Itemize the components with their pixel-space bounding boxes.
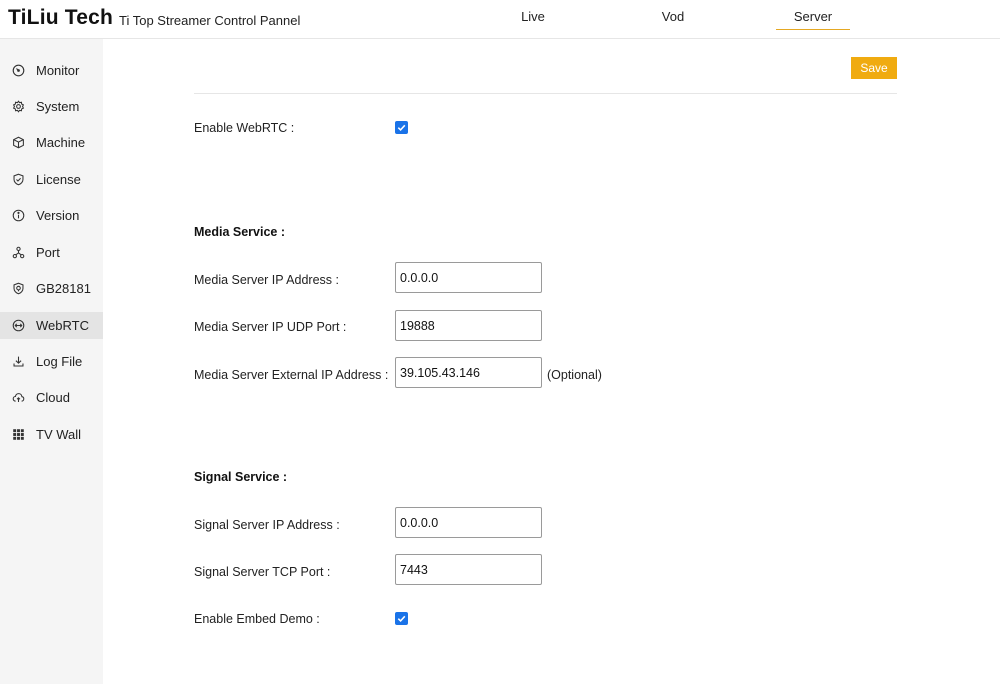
sidebar: Monitor System Machine License Version P… bbox=[0, 39, 103, 684]
media-server-external-ip-label: Media Server External IP Address : bbox=[194, 368, 389, 382]
signal-server-ip-label: Signal Server IP Address : bbox=[194, 518, 340, 532]
media-server-udp-port-label: Media Server IP UDP Port : bbox=[194, 320, 347, 334]
sidebar-item-label: GB28181 bbox=[36, 281, 91, 296]
tab-server[interactable]: Server bbox=[776, 0, 850, 30]
media-server-ip-label: Media Server IP Address : bbox=[194, 273, 339, 287]
sidebar-item-label: WebRTC bbox=[36, 318, 89, 333]
app-subtitle: Ti Top Streamer Control Pannel bbox=[119, 13, 301, 28]
sidebar-item-label: Log File bbox=[36, 354, 83, 369]
checkmark-icon bbox=[397, 124, 406, 131]
cloud-upload-icon bbox=[12, 391, 25, 404]
cube-icon bbox=[12, 136, 25, 149]
tab-vod[interactable]: Vod bbox=[636, 0, 710, 30]
grid-icon bbox=[12, 428, 25, 441]
sidebar-item-machine[interactable]: Machine bbox=[0, 129, 103, 156]
sidebar-item-label: Machine bbox=[36, 135, 86, 150]
divider bbox=[194, 93, 897, 94]
sidebar-item-label: TV Wall bbox=[36, 427, 82, 442]
sidebar-item-cloud[interactable]: Cloud bbox=[0, 384, 103, 411]
sidebar-item-label: Port bbox=[36, 245, 60, 260]
gauge-icon bbox=[12, 64, 25, 77]
signal-service-title: Signal Service : bbox=[194, 470, 288, 484]
optional-hint: (Optional) bbox=[547, 368, 602, 382]
tab-live[interactable]: Live bbox=[496, 0, 570, 30]
sidebar-item-label: License bbox=[36, 172, 81, 187]
signal-server-ip-input[interactable] bbox=[395, 507, 542, 538]
media-service-title: Media Service : bbox=[194, 225, 286, 239]
sidebar-item-label: Monitor bbox=[36, 63, 80, 78]
enable-webrtc-label: Enable WebRTC : bbox=[194, 121, 295, 135]
brand-logo-text: TiLiu Tech bbox=[8, 6, 114, 29]
signal-server-tcp-port-input[interactable] bbox=[395, 554, 542, 585]
badge-icon bbox=[12, 282, 25, 295]
sidebar-item-system[interactable]: System bbox=[0, 93, 103, 120]
shield-check-icon bbox=[12, 173, 25, 186]
network-icon bbox=[12, 246, 25, 259]
signal-server-tcp-port-label: Signal Server TCP Port : bbox=[194, 565, 331, 579]
sidebar-item-version[interactable]: Version bbox=[0, 202, 103, 229]
header-bar: TiLiu Tech Ti Top Streamer Control Panne… bbox=[0, 0, 1000, 39]
media-server-udp-port-input[interactable] bbox=[395, 310, 542, 341]
enable-webrtc-checkbox[interactable] bbox=[395, 121, 408, 134]
sidebar-item-license[interactable]: License bbox=[0, 166, 103, 193]
sidebar-item-webrtc[interactable]: WebRTC bbox=[0, 312, 103, 339]
sidebar-item-monitor[interactable]: Monitor bbox=[0, 57, 103, 84]
media-server-external-ip-input[interactable] bbox=[395, 357, 542, 388]
sidebar-item-label: Version bbox=[36, 208, 80, 223]
gear-icon bbox=[12, 100, 25, 113]
save-button[interactable]: Save bbox=[851, 57, 897, 79]
sidebar-item-log-file[interactable]: Log File bbox=[0, 348, 103, 375]
webrtc-icon bbox=[12, 319, 25, 332]
enable-embed-demo-checkbox[interactable] bbox=[395, 612, 408, 625]
checkmark-icon bbox=[397, 615, 406, 622]
enable-embed-demo-label: Enable Embed Demo : bbox=[194, 612, 320, 626]
media-server-ip-input[interactable] bbox=[395, 262, 542, 293]
sidebar-item-tv-wall[interactable]: TV Wall bbox=[0, 421, 103, 448]
download-icon bbox=[12, 355, 25, 368]
sidebar-item-port[interactable]: Port bbox=[0, 239, 103, 266]
sidebar-item-label: Cloud bbox=[36, 390, 70, 405]
sidebar-item-label: System bbox=[36, 99, 80, 114]
sidebar-item-gb28181[interactable]: GB28181 bbox=[0, 275, 103, 302]
info-icon bbox=[12, 209, 25, 222]
